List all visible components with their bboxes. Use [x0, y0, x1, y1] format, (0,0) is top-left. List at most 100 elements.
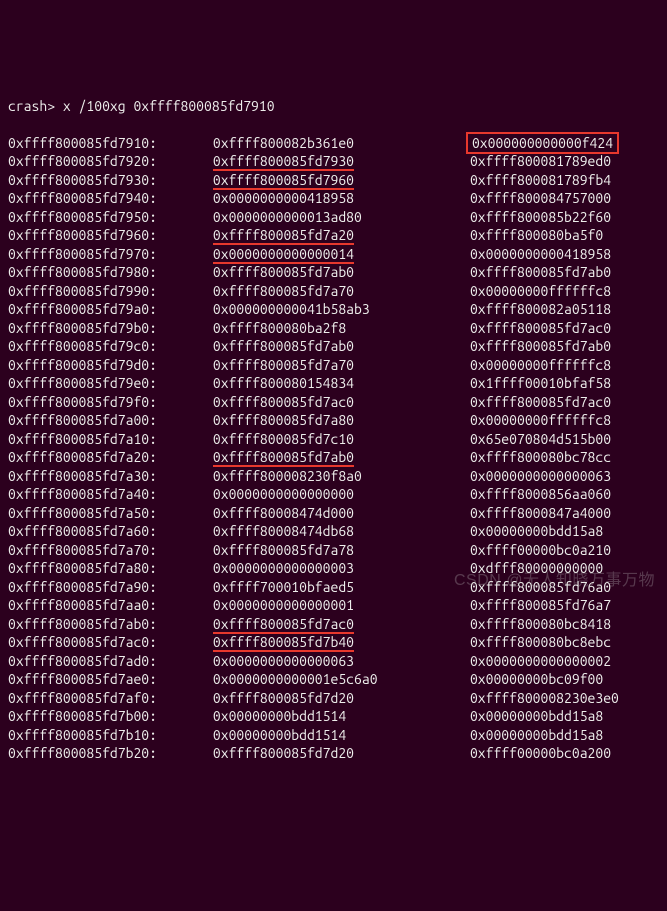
- memory-row: 0xffff800085fd7b00: 0x00000000bdd1514 0x…: [8, 707, 659, 726]
- row-col1: 0xffff800085fd7d20: [213, 689, 423, 708]
- memory-row: 0xffff800085fd7a20: 0xffff800085fd7ab0 0…: [8, 448, 659, 467]
- memory-row: 0xffff800085fd79a0: 0x000000000041b58ab3…: [8, 300, 659, 319]
- memory-row: 0xffff800085fd7a10: 0xffff800085fd7c10 0…: [8, 430, 659, 449]
- row-address: 0xffff800085fd7ae0:: [8, 670, 158, 689]
- memory-row: 0xffff800085fd7a30: 0xffff800008230f8a0 …: [8, 467, 659, 486]
- row-address: 0xffff800085fd7ac0:: [8, 633, 158, 652]
- row-address: 0xffff800085fd79b0:: [8, 319, 158, 338]
- row-col1: 0xffff800085fd7a70: [213, 282, 423, 301]
- row-col2: 0x65e070804d515b00: [470, 431, 611, 447]
- row-col1: 0xffff800085fd7930: [213, 152, 423, 171]
- row-address: 0xffff800085fd7a40:: [8, 485, 158, 504]
- row-col2: 0x000000000000f424: [470, 135, 619, 151]
- row-address: 0xffff800085fd7aa0:: [8, 596, 158, 615]
- row-col2: 0x0000000000000063: [470, 468, 611, 484]
- row-address: 0xffff800085fd7910:: [8, 134, 158, 153]
- row-col1: 0x0000000000000001: [213, 596, 423, 615]
- row-col2: 0x00000000bdd15a8: [470, 523, 603, 539]
- row-col1: 0xffff800085fd7960: [213, 171, 423, 190]
- row-col1: 0x0000000000000000: [213, 485, 423, 504]
- row-col1: 0xffff80008474db68: [213, 522, 423, 541]
- memory-row: 0xffff800085fd7950: 0x0000000000013ad80 …: [8, 208, 659, 227]
- memory-row: 0xffff800085fd7a70: 0xffff800085fd7a78 0…: [8, 541, 659, 560]
- row-address: 0xffff800085fd7a00:: [8, 411, 158, 430]
- row-col1: 0x0000000000001e5c6a0: [213, 670, 423, 689]
- memory-row: 0xffff800085fd79c0: 0xffff800085fd7ab0 0…: [8, 337, 659, 356]
- row-col2: 0xffff00000bc0a210: [470, 542, 611, 558]
- row-col1: 0xffff800085fd7a78: [213, 541, 423, 560]
- memory-row: 0xffff800085fd7ab0: 0xffff800085fd7ac0 0…: [8, 615, 659, 634]
- memory-row: 0xffff800085fd7b20: 0xffff800085fd7d20 0…: [8, 744, 659, 763]
- row-col1: 0xffff800085fd7a70: [213, 356, 423, 375]
- memory-row: 0xffff800085fd7960: 0xffff800085fd7a20 0…: [8, 226, 659, 245]
- row-col2: 0x00000000ffffffc8: [470, 412, 611, 428]
- memory-row: 0xffff800085fd79d0: 0xffff800085fd7a70 0…: [8, 356, 659, 375]
- row-col2: 0xffff800085b22f60: [470, 209, 611, 225]
- row-address: 0xffff800085fd7940:: [8, 189, 158, 208]
- row-col2: 0xffff00000bc0a200: [470, 745, 611, 761]
- row-col2: 0xffff800084757000: [470, 190, 611, 206]
- row-address: 0xffff800085fd7970:: [8, 245, 158, 264]
- row-col1: 0xffff800085fd7a80: [213, 411, 423, 430]
- row-col1: 0xffff800085fd7a20: [213, 226, 423, 245]
- row-col2: 0x0000000000000002: [470, 653, 611, 669]
- row-address: 0xffff800085fd7ab0:: [8, 615, 158, 634]
- row-address: 0xffff800085fd7b20:: [8, 744, 158, 763]
- row-col1: 0x0000000000000014: [213, 245, 423, 264]
- row-address: 0xffff800085fd79d0:: [8, 356, 158, 375]
- row-col1: 0xffff800082b361e0: [213, 134, 423, 153]
- row-col1: 0xffff800085fd7ab0: [213, 448, 423, 467]
- row-address: 0xffff800085fd7950:: [8, 208, 158, 227]
- row-col1: 0x0000000000000063: [213, 652, 423, 671]
- row-col1: 0xffff80008474d000: [213, 504, 423, 523]
- row-col1: 0xffff800080154834: [213, 374, 423, 393]
- prompt: crash>: [8, 98, 63, 114]
- memory-row: 0xffff800085fd7af0: 0xffff800085fd7d20 0…: [8, 689, 659, 708]
- row-col2: 0xffff800085fd7ac0: [470, 320, 611, 336]
- row-col1: 0x00000000bdd1514: [213, 707, 423, 726]
- row-address: 0xffff800085fd7b10:: [8, 726, 158, 745]
- row-col1: 0xffff800085fd7ac0: [213, 615, 423, 634]
- memory-row: 0xffff800085fd7990: 0xffff800085fd7a70 0…: [8, 282, 659, 301]
- memory-row: 0xffff800085fd7a40: 0x0000000000000000 0…: [8, 485, 659, 504]
- row-address: 0xffff800085fd7a20:: [8, 448, 158, 467]
- row-address: 0xffff800085fd7920:: [8, 152, 158, 171]
- row-col2: 0x00000000bdd15a8: [470, 727, 603, 743]
- row-col1: 0xffff800085fd7ab0: [213, 263, 423, 282]
- memory-row: 0xffff800085fd7ac0: 0xffff800085fd7b40 0…: [8, 633, 659, 652]
- row-col2: 0x0000000000418958: [470, 246, 611, 262]
- row-address: 0xffff800085fd7930:: [8, 171, 158, 190]
- row-col1: 0x0000000000000003: [213, 559, 423, 578]
- row-col1: 0x0000000000013ad80: [213, 208, 423, 227]
- command-line[interactable]: crash> x /100xg 0xffff800085fd7910: [8, 97, 659, 116]
- row-col2: 0xffff8000847a4000: [470, 505, 611, 521]
- memory-row: 0xffff800085fd7ad0: 0x0000000000000063 0…: [8, 652, 659, 671]
- row-col1: 0x000000000041b58ab3: [213, 300, 423, 319]
- memory-row: 0xffff800085fd79f0: 0xffff800085fd7ac0 0…: [8, 393, 659, 412]
- row-address: 0xffff800085fd7a60:: [8, 522, 158, 541]
- row-col2: 0xffff800080bc8ebc: [470, 634, 611, 650]
- row-col1: 0xffff800085fd7d20: [213, 744, 423, 763]
- row-address: 0xffff800085fd7a90:: [8, 578, 158, 597]
- row-col2: 0xffff800082a05118: [470, 301, 611, 317]
- row-col1: 0xffff800085fd7b40: [213, 633, 423, 652]
- row-address: 0xffff800085fd79c0:: [8, 337, 158, 356]
- memory-row: 0xffff800085fd79e0: 0xffff800080154834 0…: [8, 374, 659, 393]
- terminal-output: crash> x /100xg 0xffff800085fd7910 0xfff…: [8, 78, 659, 781]
- row-address: 0xffff800085fd7ad0:: [8, 652, 158, 671]
- memory-row: 0xffff800085fd7a50: 0xffff80008474d000 0…: [8, 504, 659, 523]
- row-col2: 0xffff800085fd76a7: [470, 597, 611, 613]
- row-address: 0xffff800085fd7af0:: [8, 689, 158, 708]
- row-address: 0xffff800085fd79f0:: [8, 393, 158, 412]
- memory-row: 0xffff800085fd7970: 0x0000000000000014 0…: [8, 245, 659, 264]
- row-col2: 0xffff800085fd7ab0: [470, 264, 611, 280]
- row-col1: 0xffff800080ba2f8: [213, 319, 423, 338]
- row-address: 0xffff800085fd7a70:: [8, 541, 158, 560]
- row-col2: 0xffff800085fd7ac0: [470, 394, 611, 410]
- memory-row: 0xffff800085fd7940: 0x0000000000418958 0…: [8, 189, 659, 208]
- row-address: 0xffff800085fd7980:: [8, 263, 158, 282]
- row-col2: 0x00000000bdd15a8: [470, 708, 603, 724]
- memory-row: 0xffff800085fd7930: 0xffff800085fd7960 0…: [8, 171, 659, 190]
- memory-row: 0xffff800085fd7920: 0xffff800085fd7930 0…: [8, 152, 659, 171]
- row-address: 0xffff800085fd79a0:: [8, 300, 158, 319]
